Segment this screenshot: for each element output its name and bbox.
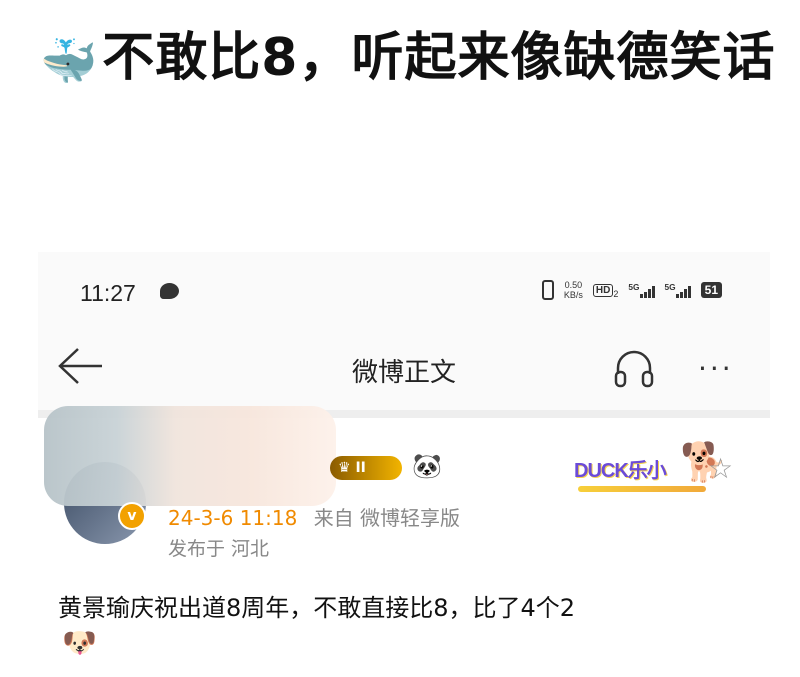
whale-icon: 🐳 bbox=[40, 34, 99, 88]
page-title: 微博正文 bbox=[351, 358, 456, 388]
battery-indicator: 51 bbox=[700, 282, 722, 298]
weibo-post: v ♛ II 🐼 DUCK乐小 🐕 ☆ 24-3-6 11:18 来自 微博轻享… bbox=[38, 406, 770, 677]
weibo-screenshot: 11:27 0.50 KB/s HD 2 5G 5G 51 微博正文 ··· v… bbox=[38, 252, 770, 677]
message-bubble-icon bbox=[160, 283, 179, 299]
blurred-username bbox=[44, 406, 336, 506]
headline-text: 不敢比8，听起来像缺德笑话 bbox=[102, 28, 776, 88]
speed-unit: KB/s bbox=[563, 290, 583, 300]
panda-icon: 🐼 bbox=[412, 452, 442, 480]
vibrate-icon bbox=[541, 280, 554, 300]
more-dots-icon[interactable]: ··· bbox=[698, 352, 734, 385]
post-timestamp: 24-3-6 11:18 bbox=[168, 506, 298, 530]
speed-value: 0.50 bbox=[564, 280, 583, 290]
vip-crown-badge[interactable]: ♛ II bbox=[330, 456, 402, 480]
headline: 🐳不敢比8，听起来像缺德笑话 bbox=[40, 22, 780, 97]
post-body: 黄景瑜庆祝出道8周年，不敢直接比8，比了4个2 bbox=[58, 594, 576, 622]
post-source[interactable]: 来自 微博轻享版 bbox=[314, 506, 460, 530]
system-icons: 0.50 KB/s HD 2 5G 5G 51 bbox=[541, 280, 722, 300]
network-speed: 0.50 KB/s bbox=[564, 280, 583, 300]
status-time: 11:27 bbox=[80, 280, 136, 306]
headphone-icon[interactable] bbox=[612, 346, 656, 390]
sticker-text: DUCK乐小 bbox=[574, 460, 667, 482]
signal-2: 5G bbox=[665, 282, 691, 298]
doge-emoji-icon: 🐶 bbox=[62, 626, 97, 659]
post-meta: 24-3-6 11:18 来自 微博轻享版 bbox=[168, 502, 460, 531]
status-bar: 11:27 0.50 KB/s HD 2 5G 5G 51 bbox=[38, 252, 770, 332]
signal-1: 5G bbox=[628, 282, 655, 298]
verified-badge-icon: v bbox=[118, 502, 146, 530]
post-location: 发布于 河北 bbox=[168, 538, 270, 560]
star-icon[interactable]: ☆ bbox=[708, 452, 733, 485]
hd-indicator: HD 2 bbox=[592, 280, 618, 300]
sticker-bar bbox=[578, 486, 706, 492]
nav-bar: 微博正文 ··· bbox=[38, 332, 770, 402]
